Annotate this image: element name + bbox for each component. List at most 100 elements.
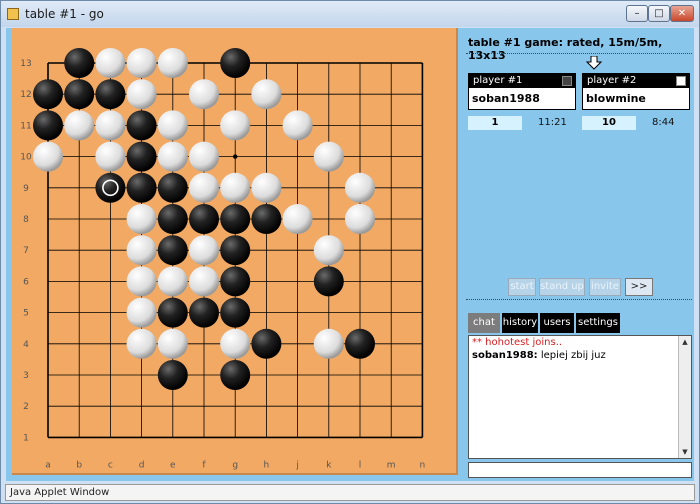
white-stone	[189, 266, 219, 297]
row-label: 6	[23, 277, 29, 287]
table-label: table #1	[468, 36, 521, 49]
black-stone	[64, 48, 95, 78]
go-board[interactable]: a b c d e f g h j k l m n 13 12 11 10 9 8 7 6 5 4 3 2 1	[12, 28, 458, 475]
black-stone	[95, 79, 126, 110]
player1-color-icon	[562, 76, 572, 86]
black-stone	[220, 297, 251, 328]
black-stone	[345, 328, 375, 359]
white-stone	[126, 79, 157, 110]
white-stone	[189, 172, 219, 203]
black-stone	[157, 172, 188, 203]
player1-card[interactable]: player #1 soban1988	[468, 73, 576, 110]
player2-name: blowmine	[586, 92, 646, 105]
scroll-up-icon[interactable]: ▲	[679, 336, 691, 348]
more-button[interactable]: >>	[625, 278, 653, 296]
player1-label: player #1	[473, 75, 523, 86]
white-stone	[251, 172, 282, 203]
application-window: table #1 - go – □ ✕ a b c d e f g h j k l m n 13 12 11 1…	[0, 0, 700, 504]
window-title: table #1 - go	[25, 7, 104, 21]
tab-chat[interactable]: chat	[468, 313, 500, 333]
white-stone	[189, 141, 219, 172]
player2-label: player #2	[587, 75, 637, 86]
player2-color-icon	[676, 76, 686, 86]
white-stone	[126, 266, 157, 297]
white-stone	[126, 48, 157, 78]
white-stone	[220, 172, 251, 203]
white-stone	[313, 141, 344, 172]
chat-scrollbar[interactable]: ▲ ▼	[678, 336, 691, 458]
turn-arrow-icon	[586, 56, 602, 70]
row-label: 9	[23, 184, 29, 194]
star-point	[233, 154, 238, 159]
white-stone	[313, 328, 344, 359]
title-bar[interactable]: table #1 - go – □ ✕	[1, 1, 699, 27]
white-stone	[126, 204, 157, 234]
white-stone	[33, 141, 63, 172]
row-label: 11	[20, 121, 31, 131]
stand-up-button[interactable]: stand up	[539, 278, 585, 296]
close-button[interactable]: ✕	[670, 5, 694, 22]
black-stone	[64, 79, 95, 110]
white-stone	[157, 266, 188, 297]
black-stone	[220, 266, 251, 297]
white-stone	[95, 48, 126, 78]
player2-captures: 10	[582, 116, 636, 130]
white-stone	[157, 141, 188, 172]
chat-log[interactable]: ** hohotest joins.. soban1988: lepiej zb…	[468, 335, 692, 459]
column-label: h	[264, 460, 270, 470]
board-canvas[interactable]: a b c d e f g h j k l m n 13 12 11 10 9 8 7 6 5 4 3 2 1	[12, 28, 456, 473]
java-app-icon	[7, 8, 19, 20]
chat-input[interactable]	[468, 462, 692, 478]
white-stone	[189, 235, 219, 266]
row-label: 1	[23, 433, 29, 443]
chat-message: soban1988: lepiej zbij juz	[469, 349, 691, 362]
chat-system-message: ** hohotest joins..	[472, 337, 563, 348]
invite-button[interactable]: invite	[589, 278, 621, 296]
tab-history[interactable]: history	[502, 313, 538, 333]
black-stone	[157, 235, 188, 266]
white-stone	[282, 110, 313, 141]
column-label: b	[76, 460, 82, 470]
white-stone	[157, 328, 188, 359]
row-label: 4	[23, 340, 29, 350]
white-stone	[282, 204, 313, 234]
black-stone	[220, 360, 251, 390]
column-label: e	[170, 460, 176, 470]
player2-clock: 8:44	[652, 117, 675, 128]
black-stone	[33, 79, 63, 110]
white-stone	[220, 328, 251, 359]
column-label: l	[359, 460, 362, 470]
white-stone	[64, 110, 95, 141]
black-stone	[220, 48, 251, 78]
start-button[interactable]: start	[508, 278, 536, 296]
row-label: 8	[23, 215, 29, 225]
white-stone	[251, 79, 282, 110]
column-label: g	[232, 460, 238, 470]
chat-username: soban1988:	[472, 350, 538, 361]
column-label: n	[420, 460, 426, 470]
table-info: table #1 game: rated, 15m/5m, 13x13	[468, 36, 694, 62]
scroll-down-icon[interactable]: ▼	[679, 446, 691, 458]
status-bar: Java Applet Window	[5, 484, 695, 501]
black-stone	[189, 297, 219, 328]
black-stone	[157, 204, 188, 234]
player2-card[interactable]: player #2 blowmine	[582, 73, 690, 110]
column-label: c	[108, 460, 113, 470]
black-stone	[157, 297, 188, 328]
column-label: k	[326, 460, 332, 470]
row-label: 5	[23, 309, 29, 319]
chat-text: lepiej zbij juz	[540, 350, 606, 361]
white-stone	[126, 328, 157, 359]
tab-settings[interactable]: settings	[576, 313, 620, 333]
white-stone	[157, 110, 188, 141]
black-stone	[220, 235, 251, 266]
white-stone	[126, 297, 157, 328]
white-stone	[345, 204, 375, 234]
divider	[466, 299, 692, 300]
minimize-button[interactable]: –	[626, 5, 648, 22]
maximize-button[interactable]: □	[648, 5, 670, 22]
tab-users[interactable]: users	[540, 313, 574, 333]
column-label: f	[202, 460, 206, 470]
white-stone	[126, 235, 157, 266]
row-label: 7	[23, 246, 29, 256]
